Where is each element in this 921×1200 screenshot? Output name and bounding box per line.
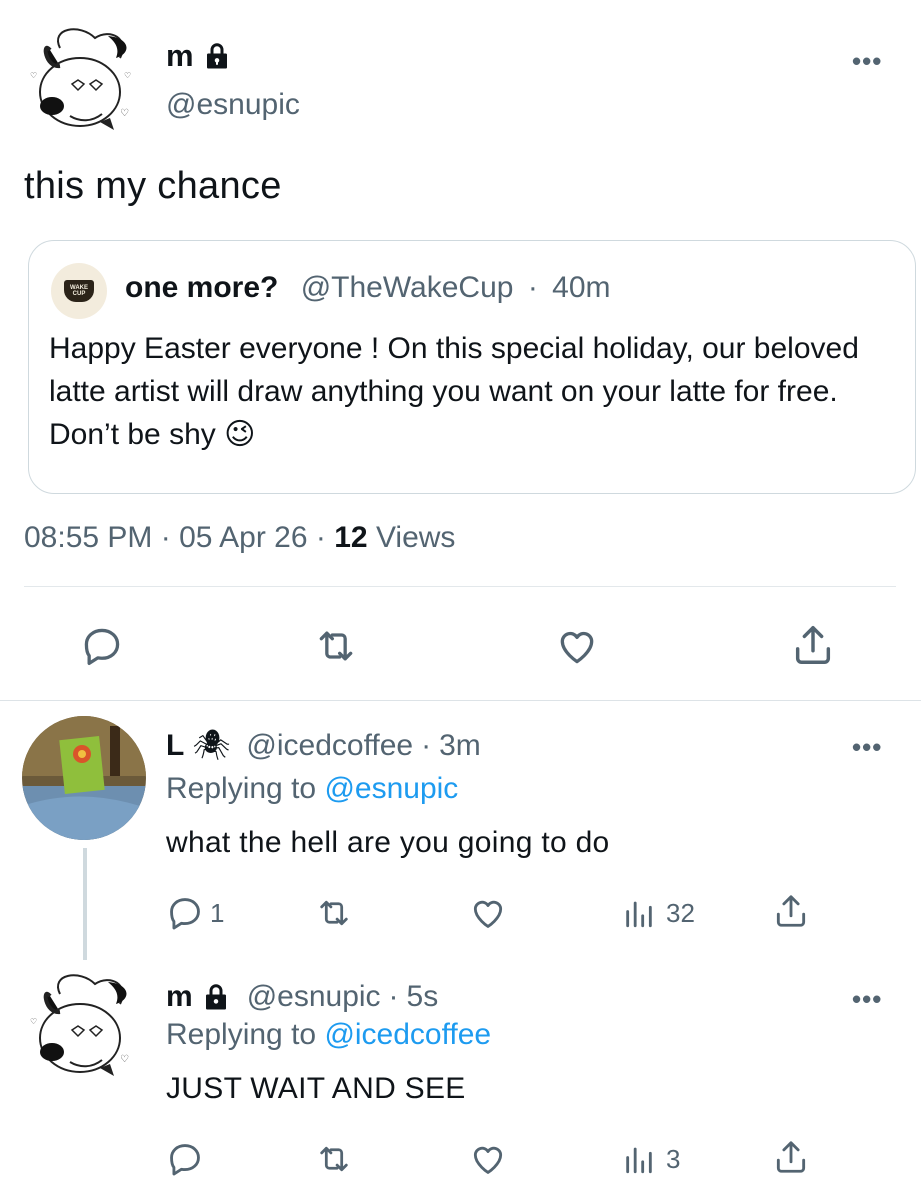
svg-text:♡: ♡ <box>30 71 37 80</box>
thread-line <box>83 848 87 960</box>
reply-text: JUST WAIT AND SEE <box>166 1072 466 1105</box>
reply-header: L 🕷 @icedcoffee · 3m <box>166 728 481 763</box>
divider <box>24 586 896 587</box>
like-icon[interactable] <box>554 624 600 668</box>
display-name[interactable]: m <box>166 38 232 74</box>
tweet-time[interactable]: 08:55 PM <box>24 521 152 554</box>
photo-avatar-icon <box>22 716 146 840</box>
views-count: 32 <box>666 897 695 928</box>
svg-text:♡: ♡ <box>124 71 131 80</box>
display-name-text: m <box>166 38 195 73</box>
reply-display-name[interactable]: L <box>166 729 184 763</box>
views-label: Views <box>375 521 456 554</box>
views-count: 12 <box>334 521 368 554</box>
views-button[interactable]: 32 <box>622 896 695 930</box>
retweet-icon[interactable] <box>314 1140 354 1183</box>
analytics-icon <box>626 1147 652 1174</box>
avatar[interactable]: ♡ ♡ <box>20 964 148 1092</box>
more-options-icon[interactable]: ••• <box>852 732 882 763</box>
svg-text:♡: ♡ <box>120 108 129 119</box>
reply-count: 1 <box>210 897 225 928</box>
tweet-text: this my chance <box>24 165 282 207</box>
separator: · <box>421 728 432 762</box>
avatar[interactable]: ♡ ♡ ♡ <box>20 18 148 146</box>
dog-avatar-icon: ♡ ♡ ♡ <box>30 28 131 130</box>
quoted-handle[interactable]: @TheWakeCup <box>301 271 514 304</box>
logo-text: WAKE CUP <box>70 285 88 297</box>
divider <box>0 700 921 701</box>
share-icon[interactable] <box>790 622 836 668</box>
quoted-tweet-header: one more? @TheWakeCup · 40m <box>125 271 611 305</box>
separator: · <box>527 271 538 304</box>
reply-handle[interactable]: @esnupic <box>247 980 381 1014</box>
reply-icon[interactable] <box>80 624 124 668</box>
reply-time[interactable]: 5s <box>407 980 439 1014</box>
avatar[interactable] <box>22 716 146 840</box>
handle[interactable]: @esnupic <box>166 88 300 122</box>
spider-emoji-icon: 🕷 <box>192 729 231 762</box>
replying-to: Replying to @icedcoffee <box>166 1018 491 1052</box>
retweet-icon[interactable] <box>314 894 354 937</box>
like-icon[interactable] <box>468 1140 508 1183</box>
replying-to-link[interactable]: @icedcoffee <box>324 1018 491 1051</box>
views-count: 3 <box>666 1143 681 1174</box>
reply-icon <box>170 898 200 930</box>
replying-prefix: Replying to <box>166 772 317 805</box>
more-options-icon[interactable]: ••• <box>852 984 882 1015</box>
share-icon[interactable] <box>772 892 810 935</box>
svg-text:♡: ♡ <box>30 1017 37 1026</box>
reply-time[interactable]: 3m <box>439 729 481 763</box>
cup-logo-icon: WAKE CUP <box>64 280 94 302</box>
separator: · <box>315 521 326 554</box>
replying-to: Replying to @esnupic <box>166 772 458 806</box>
share-icon[interactable] <box>772 1138 810 1181</box>
tweet-date[interactable]: 05 Apr 26 <box>179 521 307 554</box>
quoted-display-name[interactable]: one more? <box>125 271 278 304</box>
wakecup-logo-avatar[interactable]: WAKE CUP <box>51 263 107 319</box>
reply-button[interactable]: 1 <box>166 894 224 932</box>
analytics-icon <box>626 901 652 928</box>
dog-avatar-icon: ♡ ♡ <box>30 974 129 1076</box>
reply-text: what the hell are you going to do <box>166 826 610 859</box>
lock-icon <box>205 984 226 1010</box>
tweet-metadata: 08:55 PM · 05 Apr 26 · 12 Views <box>24 521 455 555</box>
svg-text:♡: ♡ <box>120 1054 129 1065</box>
reply-display-name[interactable]: m <box>166 980 193 1014</box>
reply-icon[interactable] <box>166 1140 204 1183</box>
replying-prefix: Replying to <box>166 1018 317 1051</box>
views-button[interactable]: 3 <box>622 1142 680 1176</box>
retweet-icon[interactable] <box>312 624 360 668</box>
separator: · <box>388 980 399 1013</box>
quoted-tweet[interactable]: WAKE CUP one more? @TheWakeCup · 40m Hap… <box>28 240 916 494</box>
like-icon[interactable] <box>468 894 508 937</box>
replying-to-link[interactable]: @esnupic <box>324 772 458 805</box>
reply-handle[interactable]: @icedcoffee <box>246 729 413 763</box>
reply-header: m @esnupic · 5s <box>166 980 438 1014</box>
quoted-tweet-text: Happy Easter everyone ! On this special … <box>49 332 859 451</box>
quoted-time[interactable]: 40m <box>552 271 610 304</box>
more-options-icon[interactable]: ••• <box>852 46 882 77</box>
lock-icon <box>207 43 228 69</box>
separator: · <box>160 521 171 554</box>
